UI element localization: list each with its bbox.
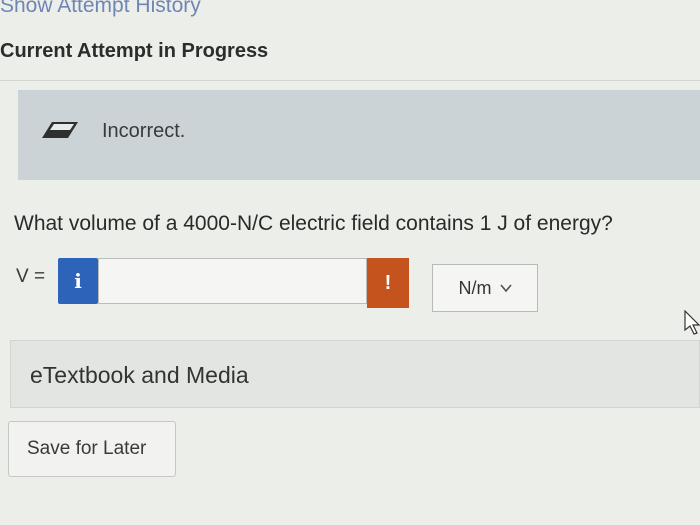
error-indicator-button[interactable]: !: [367, 258, 409, 308]
info-button[interactable]: i: [58, 258, 98, 304]
unit-select-value: N/m: [458, 277, 492, 298]
answer-input[interactable]: [98, 258, 367, 304]
divider: [0, 80, 700, 81]
save-for-later-button[interactable]: Save for Later: [8, 421, 176, 477]
mouse-cursor-icon: [684, 310, 700, 335]
feedback-text: Incorrect.: [102, 120, 186, 142]
etextbook-label: eTextbook and Media: [30, 362, 249, 388]
unit-select[interactable]: N/m: [432, 264, 538, 312]
variable-label: V =: [16, 266, 46, 287]
chevron-down-icon: [499, 284, 512, 293]
question-text: What volume of a 4000-N/C electric field…: [14, 212, 613, 235]
attempt-heading: Current Attempt in Progress: [0, 40, 269, 62]
eraser-icon: [42, 122, 78, 138]
show-attempt-history-link[interactable]: Show Attempt History: [0, 0, 201, 18]
